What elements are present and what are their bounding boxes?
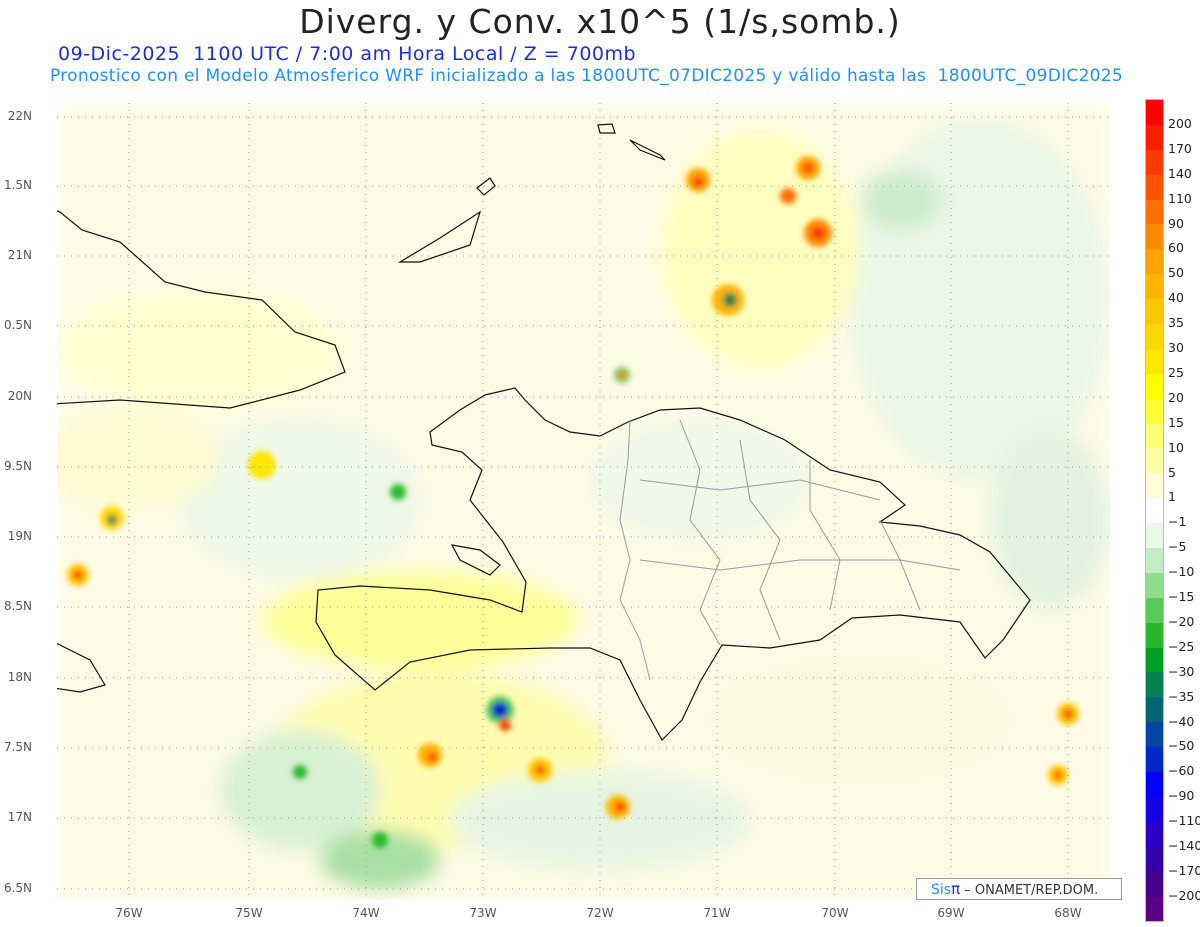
sispi-logo-text: Sis <box>931 882 952 898</box>
colorbar-label: −60 <box>1168 763 1195 779</box>
lon-label: 69W <box>937 906 965 920</box>
colorbar-swatch <box>1146 224 1163 250</box>
colorbar-label: 140 <box>1168 165 1192 181</box>
colorbar-swatch <box>1146 473 1163 499</box>
colorbar-swatch <box>1146 747 1163 773</box>
colorbar-label: 30 <box>1168 340 1184 355</box>
lon-label: 75W <box>235 906 263 920</box>
colorbar-label: 20 <box>1168 389 1184 405</box>
lat-label: 1.5N <box>3 178 32 192</box>
lat-label: 9.5N <box>3 459 32 473</box>
divergence-map <box>57 103 1110 900</box>
colorbar-swatch <box>1146 821 1163 847</box>
lat-label: 6.5N <box>3 881 32 895</box>
colorbar-swatch <box>1146 299 1163 325</box>
colorbar-label: 50 <box>1168 265 1184 281</box>
colorbar-swatch <box>1146 846 1163 872</box>
lon-label: 73W <box>469 906 497 920</box>
colorbar-swatch <box>1146 597 1163 623</box>
chart-title: Diverg. y Conv. x10^5 (1/s,somb.) <box>299 2 901 41</box>
colorbar-label: −40 <box>1168 713 1195 729</box>
colorbar-label: −110 <box>1168 813 1200 829</box>
colorbar-swatch <box>1146 448 1163 474</box>
colorbar-swatch <box>1146 249 1163 275</box>
colorbar-label: 60 <box>1168 240 1184 256</box>
lon-label: 70W <box>821 906 849 920</box>
valid-time-subtitle: 09-Dic-2025 1100 UTC / 7:00 am Hora Loca… <box>58 43 637 65</box>
colorbar-label: 15 <box>1168 414 1184 430</box>
colorbar-swatch <box>1146 324 1163 349</box>
colorbar-swatch <box>1146 722 1163 748</box>
colorbar-label: −50 <box>1168 738 1195 754</box>
lat-label: 20N <box>7 389 32 403</box>
colorbar-swatch <box>1146 274 1163 300</box>
lat-label: 0.5N <box>3 318 32 332</box>
lat-label: 17N <box>7 810 32 824</box>
colorbar-swatch <box>1146 423 1163 449</box>
colorbar-swatch <box>1146 796 1163 822</box>
colorbar-swatch <box>1146 871 1163 897</box>
colorbar-swatch <box>1146 100 1163 125</box>
lat-label: 8.5N <box>3 599 32 613</box>
pi-symbol: π <box>951 880 961 898</box>
colorbar-label: −5 <box>1168 539 1187 555</box>
colorbar-swatch <box>1146 896 1163 922</box>
colorbar-label: −10 <box>1168 564 1195 580</box>
colorbar-label: −200 <box>1168 887 1200 903</box>
colorbar <box>1145 99 1164 923</box>
colorbar-swatch <box>1146 548 1163 573</box>
lon-label: 76W <box>115 906 143 920</box>
lon-label: 72W <box>586 906 614 920</box>
credit-box: Sisπ – ONAMET/REP.DOM. <box>916 878 1122 900</box>
colorbar-swatch <box>1146 174 1163 200</box>
field-shading <box>57 103 1110 900</box>
colorbar-swatch <box>1146 772 1163 797</box>
colorbar-swatch <box>1146 523 1163 549</box>
lat-label: 22N <box>7 109 32 123</box>
colorbar-swatch <box>1146 373 1163 399</box>
lon-label: 68W <box>1054 906 1082 920</box>
colorbar-swatch <box>1146 672 1163 698</box>
colorbar-label: 5 <box>1168 464 1176 480</box>
colorbar-label: −35 <box>1168 688 1195 704</box>
colorbar-label: 35 <box>1168 315 1184 331</box>
colorbar-label: 40 <box>1168 290 1184 306</box>
colorbar-label: −1 <box>1168 514 1187 530</box>
lat-label: 21N <box>7 248 32 262</box>
colorbar-swatch <box>1146 199 1163 225</box>
colorbar-swatch <box>1146 124 1163 150</box>
colorbar-swatch <box>1146 572 1163 598</box>
colorbar-swatch <box>1146 647 1163 673</box>
colorbar-label: 1 <box>1168 489 1176 505</box>
colorbar-swatch <box>1146 622 1163 648</box>
lat-label: 18N <box>7 670 32 684</box>
colorbar-swatch <box>1146 149 1163 175</box>
colorbar-swatch <box>1146 498 1163 524</box>
forecast-note: Pronostico con el Modelo Atmosferico WRF… <box>50 66 1124 86</box>
colorbar-label: −140 <box>1168 838 1200 853</box>
colorbar-label: 110 <box>1168 190 1192 206</box>
lat-label: 19N <box>7 529 32 543</box>
organization-label: – ONAMET/REP.DOM. <box>960 883 1099 898</box>
lon-label: 74W <box>352 906 380 920</box>
colorbar-label: −30 <box>1168 663 1195 679</box>
colorbar-swatch <box>1146 348 1163 374</box>
colorbar-label: 200 <box>1168 115 1192 131</box>
colorbar-label: −20 <box>1168 613 1195 629</box>
lon-label: 71W <box>703 906 731 920</box>
colorbar-label: −90 <box>1168 788 1195 804</box>
colorbar-label: 10 <box>1168 439 1184 455</box>
lat-label: 7.5N <box>3 740 32 754</box>
colorbar-swatch <box>1146 697 1163 723</box>
colorbar-label: 170 <box>1168 140 1192 156</box>
colorbar-label: −25 <box>1168 638 1195 654</box>
colorbar-label: −170 <box>1168 862 1200 878</box>
colorbar-label: 90 <box>1168 215 1184 231</box>
colorbar-swatch <box>1146 398 1163 424</box>
colorbar-label: −15 <box>1168 589 1195 604</box>
colorbar-label: 25 <box>1168 364 1184 380</box>
map-canvas <box>57 103 1110 900</box>
